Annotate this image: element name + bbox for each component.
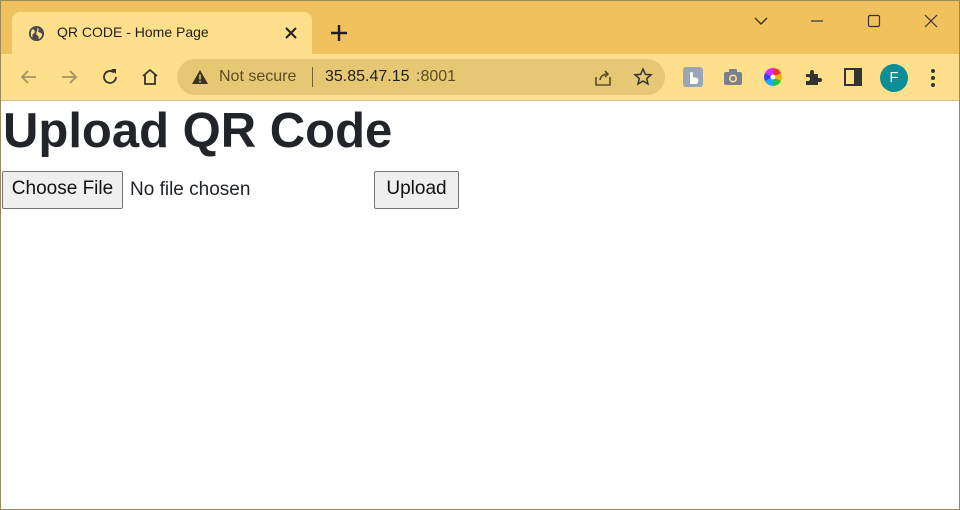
maximize-icon[interactable]: [859, 9, 889, 33]
camera-icon[interactable]: [722, 66, 744, 88]
choose-file-button[interactable]: Choose File: [2, 171, 123, 209]
page-content: Upload QR Code Choose File No file chose…: [1, 101, 959, 509]
page-title: Upload QR Code: [3, 104, 393, 158]
extension-hand-icon[interactable]: [682, 66, 704, 88]
tab-strip: QR CODE - Home Page: [1, 1, 959, 54]
bookmark-star-icon[interactable]: [633, 67, 653, 87]
side-panel-icon[interactable]: [842, 66, 864, 88]
toolbar: Not secure 35.85.47.15 :8001: [1, 54, 959, 101]
more-menu-icon[interactable]: [923, 66, 943, 90]
url-host: 35.85.47.15: [325, 68, 410, 85]
close-icon[interactable]: [282, 24, 300, 42]
url-port: :8001: [416, 68, 457, 85]
warning-icon[interactable]: [191, 69, 209, 85]
back-arrow-icon[interactable]: [18, 66, 40, 88]
divider: [312, 67, 313, 87]
color-picker-icon[interactable]: [762, 66, 784, 88]
forward-arrow-icon[interactable]: [58, 66, 80, 88]
extensions-puzzle-icon[interactable]: [802, 66, 824, 88]
chevron-down-icon[interactable]: [746, 9, 776, 33]
globe-icon: [28, 25, 45, 42]
file-status-text: No file chosen: [130, 179, 251, 200]
home-icon[interactable]: [139, 66, 161, 88]
tab-active[interactable]: QR CODE - Home Page: [12, 12, 312, 54]
window-close-icon[interactable]: [916, 9, 946, 33]
upload-button[interactable]: Upload: [374, 171, 459, 209]
new-tab-icon[interactable]: [328, 22, 350, 44]
profile-avatar[interactable]: F: [880, 64, 908, 92]
reload-icon[interactable]: [99, 66, 121, 88]
browser-window: QR CODE - Home Page Not secure 35.85.47.…: [0, 0, 960, 510]
share-icon[interactable]: [593, 68, 613, 88]
tab-title: QR CODE - Home Page: [57, 24, 209, 40]
minimize-icon[interactable]: [802, 9, 832, 33]
security-label[interactable]: Not secure: [219, 68, 296, 86]
address-bar[interactable]: Not secure 35.85.47.15 :8001: [177, 59, 665, 95]
